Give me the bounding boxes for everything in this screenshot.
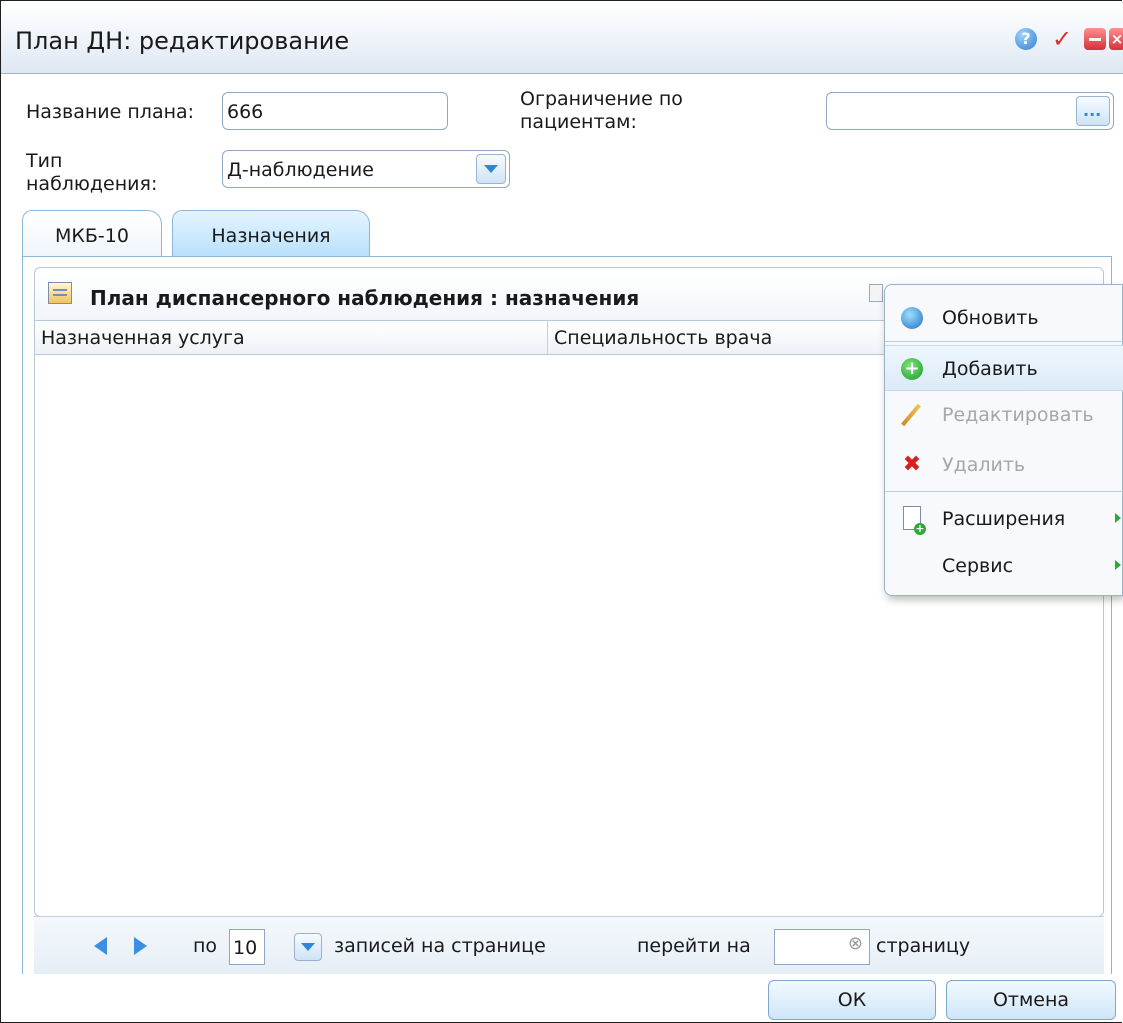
column-header-specialty[interactable]: Специальность врача <box>548 321 878 354</box>
context-menu: Обновить + Добавить Редактировать ✖ Удал… <box>884 284 1123 596</box>
menu-item-edit[interactable]: Редактировать <box>885 392 1123 438</box>
help-icon[interactable]: ? <box>1015 28 1037 50</box>
tab-mkb10-label: МКБ-10 <box>55 225 129 247</box>
minimize-icon[interactable] <box>1084 28 1106 50</box>
submenu-arrow-icon <box>1115 513 1121 523</box>
menu-item-service-label: Сервис <box>942 555 1014 577</box>
next-page-icon[interactable] <box>134 937 147 955</box>
menu-item-extensions[interactable]: Расширения <box>885 496 1123 542</box>
menu-item-extensions-label: Расширения <box>942 508 1066 530</box>
plan-name-field[interactable]: 666 <box>222 92 448 130</box>
page-size-value: 10 <box>233 937 258 959</box>
tab-assignments-label: Назначения <box>211 225 331 247</box>
ok-button[interactable]: ОК <box>768 980 936 1020</box>
obs-type-value: Д-наблюдение <box>227 159 374 181</box>
goto-suffix: страницу <box>876 935 971 957</box>
menu-separator <box>885 341 1123 342</box>
per-page-suffix: записей на странице <box>334 935 546 957</box>
column-header-specialty-label: Специальность врача <box>554 327 773 349</box>
page-size-dropdown-button[interactable] <box>294 933 322 961</box>
page-size-input[interactable]: 10 <box>229 929 265 965</box>
extensions-icon <box>903 506 926 535</box>
menu-item-delete[interactable]: ✖ Удалить <box>885 442 1123 488</box>
menu-item-refresh[interactable]: Обновить <box>885 295 1123 341</box>
menu-item-add[interactable]: + Добавить <box>885 345 1123 391</box>
menu-item-service[interactable]: Сервис <box>885 543 1123 589</box>
goto-page-input[interactable]: ⊗ <box>774 929 870 965</box>
title-bar: План ДН: редактирование ? ✓ × <box>1 1 1123 74</box>
add-icon: + <box>901 358 923 380</box>
goto-label: перейти на <box>637 935 751 957</box>
menu-separator <box>885 491 1123 492</box>
submenu-arrow-icon <box>1115 560 1121 570</box>
plan-name-value: 666 <box>227 101 264 123</box>
obs-type-label: Тип наблюдения: <box>26 150 158 195</box>
column-header-service[interactable]: Назначенная услуга <box>35 321 548 354</box>
chevron-down-icon <box>484 165 498 173</box>
cancel-button[interactable]: Отмена <box>946 980 1116 1020</box>
close-icon[interactable]: × <box>1109 28 1123 50</box>
patient-limit-label: Ограничение по пациентам: <box>520 88 683 133</box>
menu-item-edit-label: Редактировать <box>942 404 1094 426</box>
clear-icon[interactable]: ⊗ <box>848 933 863 954</box>
tab-mkb10[interactable]: МКБ-10 <box>22 210 162 258</box>
patient-limit-field[interactable]: ... <box>826 92 1114 130</box>
window-title: План ДН: редактирование <box>15 27 350 55</box>
chevron-down-icon <box>301 943 315 951</box>
refresh-icon <box>901 307 923 329</box>
pager-bar: по 10 записей на странице перейти на ⊗ с… <box>34 916 1104 974</box>
obs-type-dropdown-button[interactable] <box>476 154 506 184</box>
plan-name-label: Название плана: <box>26 101 195 123</box>
tab-assignments[interactable]: Назначения <box>172 210 370 258</box>
obs-type-select[interactable]: Д-наблюдение <box>222 150 510 188</box>
menu-item-add-label: Добавить <box>942 358 1038 380</box>
menu-item-delete-label: Удалить <box>942 454 1026 476</box>
prev-page-icon[interactable] <box>94 937 107 955</box>
panel-menu-icon[interactable] <box>869 284 883 302</box>
plan-icon <box>48 282 72 304</box>
ellipsis-icon: ... <box>1083 101 1102 120</box>
patient-limit-select-button[interactable]: ... <box>1076 96 1110 126</box>
column-header-service-label: Назначенная услуга <box>41 327 245 349</box>
panel-title: План диспансерного наблюдения : назначен… <box>90 286 640 310</box>
check-icon[interactable]: ✓ <box>1051 27 1073 51</box>
menu-item-refresh-label: Обновить <box>942 307 1039 329</box>
pencil-icon <box>901 403 921 427</box>
per-label: по <box>193 935 218 957</box>
delete-icon: ✖ <box>902 452 922 477</box>
